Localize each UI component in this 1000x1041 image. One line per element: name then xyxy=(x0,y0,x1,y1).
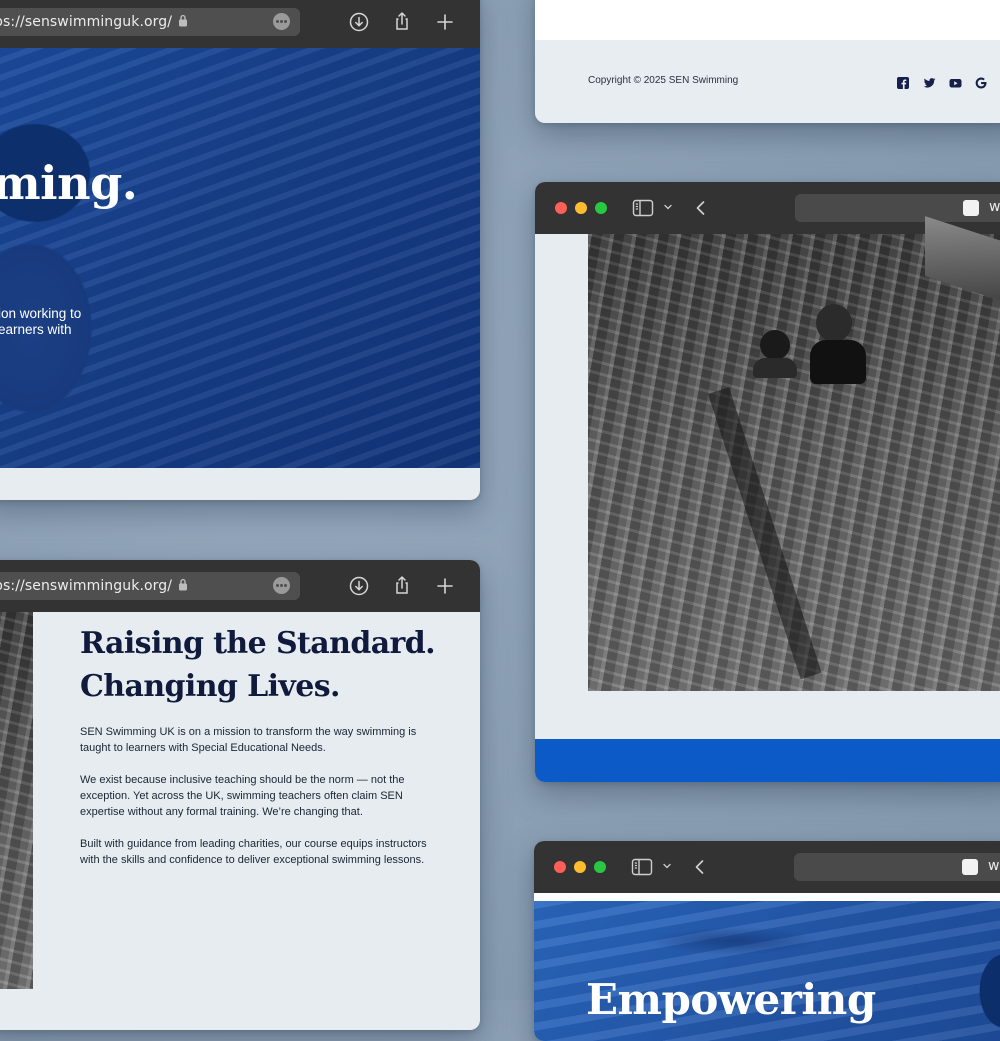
browser-toolbar: ps://senswimminguk.org/ xyxy=(0,560,480,612)
about-heading: Raising the Standard. Changing Lives. xyxy=(80,622,440,708)
about-heading-line: Raising the Standard. xyxy=(80,626,436,661)
about-content: Raising the Standard. Changing Lives. SE… xyxy=(80,622,440,884)
url-text: ps://senswimminguk.org/ xyxy=(0,578,173,594)
url-text: w xyxy=(988,858,1000,874)
browser-toolbar: w xyxy=(534,841,1000,893)
page-white-strip xyxy=(534,893,1000,901)
about-paragraph: SEN Swimming UK is on a mission to trans… xyxy=(80,726,417,754)
instructor-body xyxy=(810,340,866,384)
photo-instructor-with-child xyxy=(588,216,1000,691)
empowering-browser-window: w Empowering xyxy=(534,841,1000,1041)
about-paragraph: We exist because inclusive teaching shou… xyxy=(80,774,405,818)
close-window-button[interactable] xyxy=(554,861,566,873)
site-favicon-icon xyxy=(963,200,979,216)
chevron-down-icon[interactable] xyxy=(661,859,673,871)
close-window-button[interactable] xyxy=(555,202,567,214)
hero-photo-child-in-pool xyxy=(0,48,480,468)
more-options-icon[interactable] xyxy=(273,13,290,30)
pool-lane-line xyxy=(708,387,822,680)
sidebar-toggle-icon[interactable] xyxy=(632,197,654,219)
minimize-window-button[interactable] xyxy=(575,202,587,214)
new-tab-icon[interactable] xyxy=(434,575,456,597)
swimmer-child-body xyxy=(753,358,797,378)
address-bar[interactable]: ps://senswimminguk.org/ xyxy=(0,8,300,36)
about-browser-window: ps://senswimminguk.org/ Raising the Stan… xyxy=(0,560,480,1030)
about-paragraph: Built with guidance from leading chariti… xyxy=(80,838,427,866)
google-icon[interactable] xyxy=(975,76,987,89)
twitter-icon[interactable] xyxy=(923,76,936,88)
side-photo-pool xyxy=(0,612,33,989)
browser-toolbar: ps://senswimminguk.org/ xyxy=(0,0,480,48)
facebook-icon[interactable] xyxy=(897,76,909,89)
about-heading-line: Changing Lives. xyxy=(80,669,340,704)
accent-blue-band xyxy=(535,739,1000,782)
hero-browser-window: ps://senswimminguk.org/ ming. ion workin… xyxy=(0,0,480,500)
back-icon[interactable] xyxy=(690,197,712,219)
instructor-head xyxy=(816,304,852,342)
address-bar[interactable]: ps://senswimminguk.org/ xyxy=(0,572,300,600)
youtube-icon[interactable] xyxy=(949,76,962,88)
address-bar[interactable]: w xyxy=(794,853,1000,881)
url-text: w xyxy=(989,199,1000,215)
download-icon[interactable] xyxy=(348,575,370,597)
minimize-window-button[interactable] xyxy=(574,861,586,873)
hero-subtext-line: earners with xyxy=(0,322,72,337)
share-icon[interactable] xyxy=(391,574,413,596)
new-tab-icon[interactable] xyxy=(434,11,456,33)
hero-subtext: ion working to earners with xyxy=(0,306,81,338)
swimmer-child xyxy=(760,330,790,360)
footer-browser-window: Copyright © 2025 SEN Swimming xyxy=(535,0,1000,123)
site-favicon-icon xyxy=(962,859,978,875)
lock-icon xyxy=(178,14,188,31)
url-text: ps://senswimminguk.org/ xyxy=(0,14,173,30)
chevron-down-icon[interactable] xyxy=(662,200,674,212)
download-icon[interactable] xyxy=(348,11,370,33)
zoom-window-button[interactable] xyxy=(595,202,607,214)
hero-heading: ming. xyxy=(0,156,138,210)
more-options-icon[interactable] xyxy=(273,577,290,594)
sidebar-toggle-icon[interactable] xyxy=(631,856,653,878)
footer-copyright: Copyright © 2025 SEN Swimming xyxy=(588,75,739,86)
lock-icon xyxy=(178,578,188,595)
photo-browser-window: w xyxy=(535,182,1000,782)
share-icon[interactable] xyxy=(391,10,413,32)
page-white-band xyxy=(535,0,1000,40)
zoom-window-button[interactable] xyxy=(594,861,606,873)
address-bar[interactable]: w xyxy=(795,194,1000,222)
hero-subtext-line: ion working to xyxy=(0,306,82,321)
back-icon[interactable] xyxy=(689,856,711,878)
